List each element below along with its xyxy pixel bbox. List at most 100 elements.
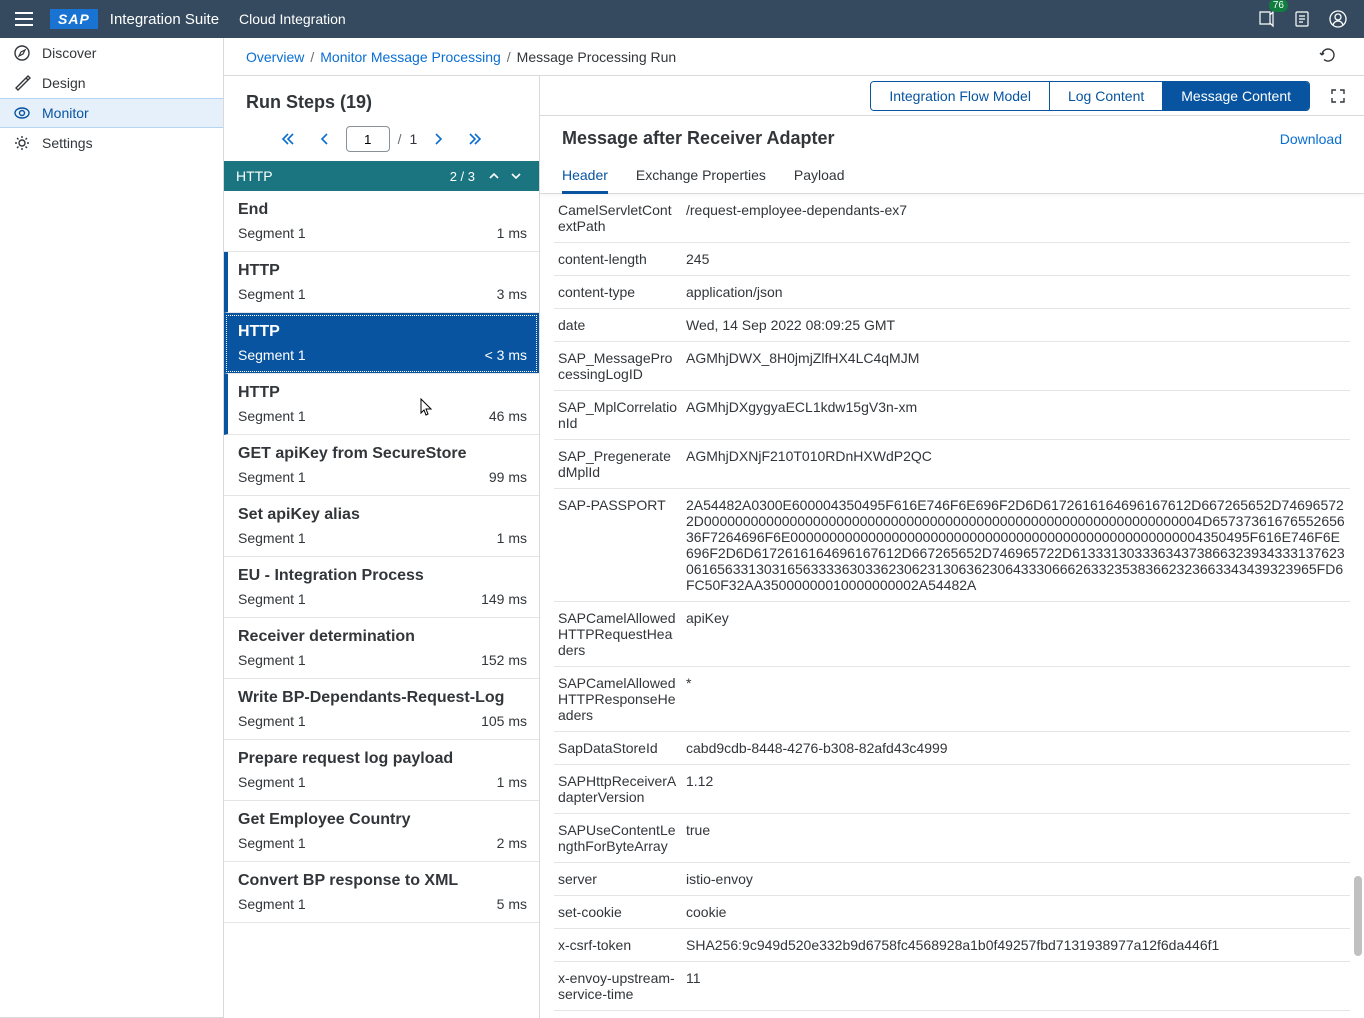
- step-time: 99 ms: [489, 469, 527, 485]
- step-time: 3 ms: [497, 286, 527, 302]
- segment-log-content[interactable]: Log Content: [1050, 82, 1163, 110]
- property-value: 11: [686, 970, 1346, 1002]
- property-row: SapDataStoreIdcabd9cdb-8448-4276-b308-82…: [554, 732, 1350, 765]
- filter-prev-button[interactable]: [483, 165, 505, 187]
- segment-integration-flow-model[interactable]: Integration Flow Model: [871, 82, 1050, 110]
- scrollbar-indicator[interactable]: [1354, 876, 1362, 956]
- download-link[interactable]: Download: [1280, 131, 1342, 147]
- monitor-icon: [12, 103, 32, 123]
- notes-button[interactable]: [1286, 3, 1318, 35]
- property-row: SAP_PregeneratedMplIdAGMhjDXNjF210T010RD…: [554, 440, 1350, 489]
- property-key: SAP_MplCorrelationId: [558, 399, 686, 431]
- settings-icon: [12, 133, 32, 153]
- feedback-button[interactable]: 76: [1250, 3, 1282, 35]
- property-value: apiKey: [686, 610, 1346, 658]
- filter-label: HTTP: [236, 168, 450, 184]
- step-segment: Segment 1: [238, 896, 306, 912]
- tab-payload[interactable]: Payload: [794, 157, 845, 193]
- step-item[interactable]: GET apiKey from SecureStoreSegment 199 m…: [224, 435, 539, 496]
- property-row: set-cookiecookie: [554, 896, 1350, 929]
- user-profile-button[interactable]: [1322, 3, 1354, 35]
- sidebar-item-monitor[interactable]: Monitor: [0, 98, 223, 128]
- nav-label: Design: [42, 75, 86, 91]
- step-time: 149 ms: [481, 591, 527, 607]
- detail-header: Message after Receiver Adapter Download: [540, 116, 1364, 157]
- discover-icon: [12, 43, 32, 63]
- step-time: 105 ms: [481, 713, 527, 729]
- design-icon: [12, 73, 32, 93]
- step-segment: Segment 1: [238, 530, 306, 546]
- last-page-button[interactable]: [461, 125, 489, 153]
- property-row: content-length245: [554, 243, 1350, 276]
- sidebar-item-design[interactable]: Design: [0, 68, 223, 98]
- page-input[interactable]: [346, 126, 390, 152]
- step-segment: Segment 1: [238, 774, 306, 790]
- step-time: 1 ms: [497, 225, 527, 241]
- prev-page-button[interactable]: [310, 125, 338, 153]
- refresh-button[interactable]: [1318, 45, 1342, 69]
- step-item[interactable]: Get Employee CountrySegment 12 ms: [224, 801, 539, 862]
- detail-tabs: Header Exchange Properties Payload: [540, 157, 1364, 194]
- expand-button[interactable]: [1324, 82, 1352, 110]
- step-segment: Segment 1: [238, 713, 306, 729]
- page-sep: /: [398, 131, 402, 147]
- steps-title: Run Steps (19): [224, 76, 394, 117]
- step-item[interactable]: EU - Integration ProcessSegment 1149 ms: [224, 557, 539, 618]
- step-item[interactable]: Receiver determinationSegment 1152 ms: [224, 618, 539, 679]
- step-title: Convert BP response to XML: [238, 872, 527, 890]
- step-item[interactable]: Prepare request log payloadSegment 11 ms: [224, 740, 539, 801]
- property-row: SAPUseContentLengthForByteArraytrue: [554, 814, 1350, 863]
- filter-next-button[interactable]: [505, 165, 527, 187]
- breadcrumb: Overview/Monitor Message Processing/Mess…: [224, 38, 1364, 76]
- first-page-button[interactable]: [274, 125, 302, 153]
- property-row: serveristio-envoy: [554, 863, 1350, 896]
- property-key: SapDataStoreId: [558, 740, 686, 756]
- segment-message-content[interactable]: Message Content: [1163, 82, 1309, 110]
- menu-toggle-button[interactable]: [8, 3, 40, 35]
- property-key: SAPUseContentLengthForByteArray: [558, 822, 686, 854]
- step-time: 46 ms: [489, 408, 527, 424]
- property-value: AGMhjDXgygyaECL1kdw15gV3n-xm: [686, 399, 1346, 431]
- step-time: 1 ms: [497, 530, 527, 546]
- sidebar-item-discover[interactable]: Discover: [0, 38, 223, 68]
- detail-toolbar: Integration Flow ModelLog ContentMessage…: [540, 76, 1364, 116]
- step-item[interactable]: HTTP Segment 1 < 3 ms: [224, 313, 539, 374]
- step-item[interactable]: Write BP-Dependants-Request-LogSegment 1…: [224, 679, 539, 740]
- breadcrumb-item[interactable]: Monitor Message Processing: [320, 49, 501, 65]
- step-title: End: [238, 201, 527, 219]
- step-item[interactable]: HTTPSegment 146 ms: [224, 374, 539, 435]
- step-segment: Segment 1: [238, 347, 306, 363]
- property-value: AGMhjDXNjF210T010RDnHXWdP2QC: [686, 448, 1346, 480]
- tab-header[interactable]: Header: [562, 157, 608, 193]
- step-time: 152 ms: [481, 652, 527, 668]
- nav-label: Monitor: [42, 105, 89, 121]
- property-value: AGMhjDWX_8H0jmjZlfHX4LC4qMJM: [686, 350, 1346, 382]
- property-value: /request-employee-dependants-ex7: [686, 202, 1346, 234]
- property-row: x-csrf-tokenSHA256:9c949d520e332b9d6758f…: [554, 929, 1350, 962]
- property-key: CamelServletContextPath: [558, 202, 686, 234]
- property-value: istio-envoy: [686, 871, 1346, 887]
- step-segment: Segment 1: [238, 469, 306, 485]
- main-content: Overview/Monitor Message Processing/Mess…: [224, 38, 1364, 1018]
- property-value: Wed, 14 Sep 2022 08:09:25 GMT: [686, 317, 1346, 333]
- property-key: SAPCamelAllowedHTTPResponseHeaders: [558, 675, 686, 723]
- step-time: < 3 ms: [485, 347, 527, 363]
- property-key: SAPHttpReceiverAdapterVersion: [558, 773, 686, 805]
- view-segmented-control: Integration Flow ModelLog ContentMessage…: [870, 81, 1310, 111]
- steps-list: EndSegment 11 msHTTPSegment 13 msHTTPSeg…: [224, 191, 539, 1018]
- step-item[interactable]: Set apiKey aliasSegment 11 ms: [224, 496, 539, 557]
- step-item[interactable]: HTTPSegment 13 ms: [224, 252, 539, 313]
- step-item[interactable]: Convert BP response to XMLSegment 15 ms: [224, 862, 539, 923]
- next-page-button[interactable]: [425, 125, 453, 153]
- property-key: server: [558, 871, 686, 887]
- sidebar-item-settings[interactable]: Settings: [0, 128, 223, 158]
- step-title: Prepare request log payload: [238, 750, 527, 768]
- property-row: SAP-PASSPORT2A54482A0300E600004350495F61…: [554, 489, 1350, 602]
- breadcrumb-item[interactable]: Overview: [246, 49, 304, 65]
- tab-exchange-properties[interactable]: Exchange Properties: [636, 157, 766, 193]
- property-key: set-cookie: [558, 904, 686, 920]
- step-title: HTTP: [238, 323, 527, 341]
- property-row: CamelServletContextPath/request-employee…: [554, 194, 1350, 243]
- step-segment: Segment 1: [238, 286, 306, 302]
- step-item[interactable]: EndSegment 11 ms: [224, 191, 539, 252]
